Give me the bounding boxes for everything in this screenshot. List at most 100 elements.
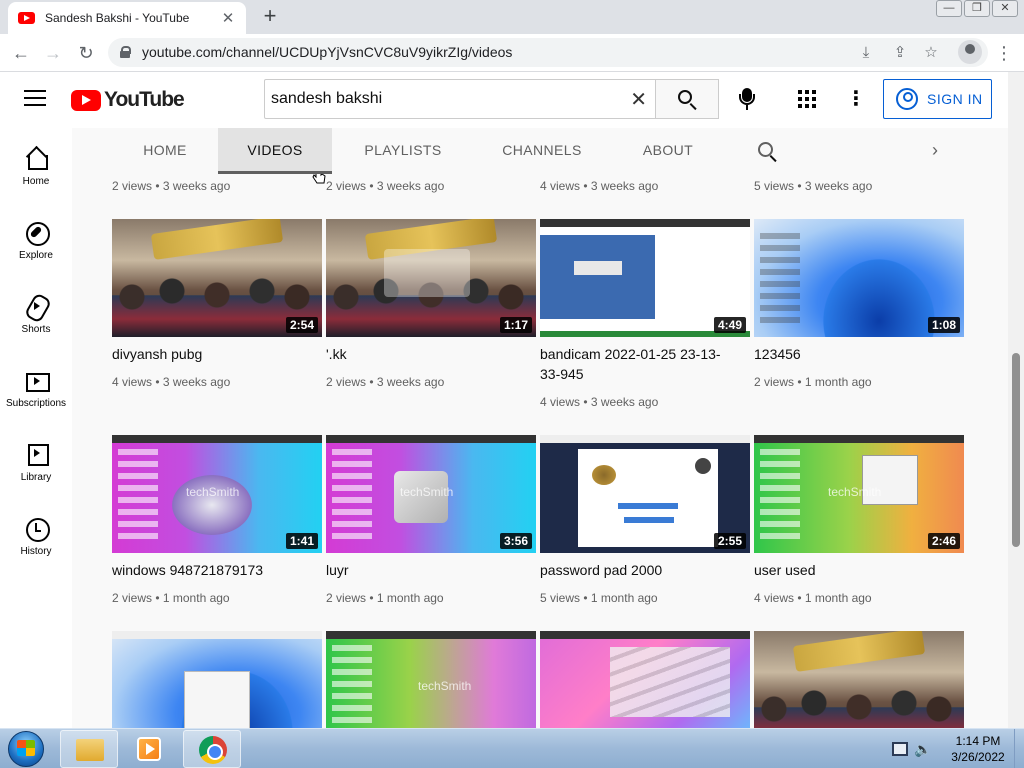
subscriptions-icon <box>24 368 50 392</box>
history-icon <box>24 516 50 542</box>
video-title[interactable]: luyr <box>326 560 526 580</box>
sign-in-button[interactable]: SIGN IN <box>883 79 992 119</box>
video-title[interactable]: windows 948721879173 <box>112 560 312 580</box>
scrollbar-thumb[interactable] <box>1012 353 1020 547</box>
chrome-menu-icon[interactable]: ⋮ <box>994 40 1014 66</box>
clock-date[interactable]: 3/26/2022 <box>944 750 1012 764</box>
video-meta: 5 views • 1 month ago <box>540 591 658 605</box>
minimize-button[interactable]: — <box>936 0 962 17</box>
browser-toolbar: ← → ↻ youtube.com/channel/UCDUpYjVsnCVC8… <box>0 34 1024 72</box>
tab-channels[interactable]: CHANNELS <box>488 128 596 174</box>
guide-item-subscriptions[interactable]: Subscriptions <box>0 350 72 420</box>
tab-playlists[interactable]: PLAYLISTS <box>348 128 458 174</box>
video-meta: 4 views • 1 month ago <box>754 591 872 605</box>
network-icon[interactable] <box>892 742 908 756</box>
video-thumbnail[interactable]: techSmith 2:46 <box>754 435 964 553</box>
close-window-button[interactable]: ✕ <box>992 0 1018 17</box>
search-input[interactable]: sandesh bakshi ✕ <box>264 79 656 119</box>
guide-item-shorts[interactable]: Shorts <box>0 276 72 346</box>
url-text[interactable]: youtube.com/channel/UCDUpYjVsnCVC8uV9yik… <box>142 44 512 60</box>
video-title[interactable]: password pad 2000 <box>540 560 740 580</box>
channel-videos-grid: HOME VIDEOS PLAYLISTS CHANNELS ABOUT › 2… <box>72 128 1008 728</box>
install-icon[interactable]: ⤓ <box>854 41 878 65</box>
video-duration: 1:17 <box>499 317 532 333</box>
tab-home[interactable]: HOME <box>124 128 206 174</box>
video-title[interactable]: 123456 <box>754 344 954 364</box>
video-thumbnail[interactable] <box>754 631 964 728</box>
browser-tab[interactable]: Sandesh Bakshi - YouTube ✕ <box>8 2 246 34</box>
video-duration: 1:41 <box>285 533 318 549</box>
guide-item-explore[interactable]: Explore <box>0 202 72 272</box>
video-title[interactable]: divyansh pubg <box>112 344 312 364</box>
lock-icon <box>120 46 131 58</box>
video-duration: 3:56 <box>499 533 532 549</box>
voice-search-icon[interactable] <box>738 88 756 112</box>
guide-label: Shorts <box>21 324 51 335</box>
start-button[interactable] <box>4 729 48 768</box>
taskbar-media-player[interactable] <box>120 730 178 768</box>
guide-item-home[interactable]: Home <box>0 128 72 198</box>
video-duration: 2:46 <box>927 533 960 549</box>
apps-grid-icon[interactable] <box>798 90 816 108</box>
channel-tabs: HOME VIDEOS PLAYLISTS CHANNELS ABOUT › <box>72 128 1008 174</box>
settings-more-icon[interactable]: ⋮ <box>846 86 866 112</box>
youtube-play-icon <box>71 89 101 111</box>
folder-icon <box>76 739 104 761</box>
show-desktop-button[interactable] <box>1014 729 1024 768</box>
video-title[interactable]: '.kk <box>326 344 526 364</box>
tab-about[interactable]: ABOUT <box>628 128 708 174</box>
tab-title: Sandesh Bakshi - YouTube <box>45 11 190 25</box>
chevron-right-icon[interactable]: › <box>932 140 938 161</box>
youtube-logo[interactable]: YouTube <box>71 88 185 112</box>
video-meta: 2 views • 3 weeks ago <box>326 179 445 193</box>
guide-item-library[interactable]: Library <box>0 424 72 494</box>
taskbar-explorer[interactable] <box>60 730 118 768</box>
video-thumbnail[interactable] <box>112 631 322 728</box>
restore-button[interactable]: ❐ <box>964 0 990 17</box>
youtube-favicon-icon <box>18 12 35 24</box>
search-query[interactable]: sandesh bakshi <box>271 90 382 108</box>
page-scrollbar[interactable] <box>1008 72 1024 728</box>
back-icon[interactable]: ← <box>8 40 34 66</box>
share-icon[interactable]: ⇪ <box>888 41 912 65</box>
video-thumbnail[interactable]: techSmith 1:41 <box>112 435 322 553</box>
video-duration: 2:55 <box>713 533 746 549</box>
profile-avatar-icon[interactable] <box>958 40 982 64</box>
new-tab-button[interactable]: + <box>258 4 282 28</box>
left-guide: Home Explore Shorts Subscriptions Librar… <box>0 128 72 728</box>
explore-icon <box>24 220 50 246</box>
clock-time[interactable]: 1:14 PM <box>948 734 1008 748</box>
bookmark-star-icon[interactable]: ☆ <box>919 41 943 65</box>
video-thumbnail[interactable]: techSmith 3:56 <box>326 435 536 553</box>
clear-search-icon[interactable]: ✕ <box>630 87 647 112</box>
video-meta: 2 views • 1 month ago <box>112 591 230 605</box>
youtube-masthead: YouTube sandesh bakshi ✕ ⋮ SIGN IN <box>0 72 1024 128</box>
windows-logo-icon <box>17 740 35 756</box>
sign-in-label: SIGN IN <box>927 91 983 107</box>
tab-videos[interactable]: VIDEOS <box>218 128 332 174</box>
guide-item-history[interactable]: History <box>0 498 72 568</box>
video-meta: 2 views • 1 month ago <box>326 591 444 605</box>
shorts-icon <box>24 294 48 318</box>
video-thumbnail[interactable]: 2:55 <box>540 435 750 553</box>
video-thumbnail[interactable] <box>540 631 750 728</box>
video-meta: 2 views • 3 weeks ago <box>112 179 231 193</box>
hamburger-menu-icon[interactable] <box>24 90 46 108</box>
video-duration: 1:08 <box>927 317 960 333</box>
volume-icon[interactable]: 🔈 <box>914 741 931 758</box>
tab-close-icon[interactable]: ✕ <box>220 9 236 27</box>
video-thumbnail[interactable]: 2:54 <box>112 219 322 337</box>
video-thumbnail[interactable]: 1:17 <box>326 219 536 337</box>
video-title[interactable]: bandicam 2022-01-25 23-13-33-945 <box>540 344 740 384</box>
taskbar-chrome[interactable] <box>183 730 241 768</box>
video-meta: 4 views • 3 weeks ago <box>540 395 659 409</box>
address-bar[interactable]: youtube.com/channel/UCDUpYjVsnCVC8uV9yik… <box>108 38 988 67</box>
video-thumbnail[interactable]: 1:08 <box>754 219 964 337</box>
video-title[interactable]: user used <box>754 560 954 580</box>
search-button[interactable] <box>655 79 719 119</box>
video-thumbnail[interactable]: techSmith <box>326 631 536 728</box>
forward-icon[interactable]: → <box>40 40 66 66</box>
video-thumbnail[interactable]: 4:49 <box>540 219 750 337</box>
home-icon <box>24 146 48 170</box>
reload-icon[interactable]: ↻ <box>73 40 99 66</box>
